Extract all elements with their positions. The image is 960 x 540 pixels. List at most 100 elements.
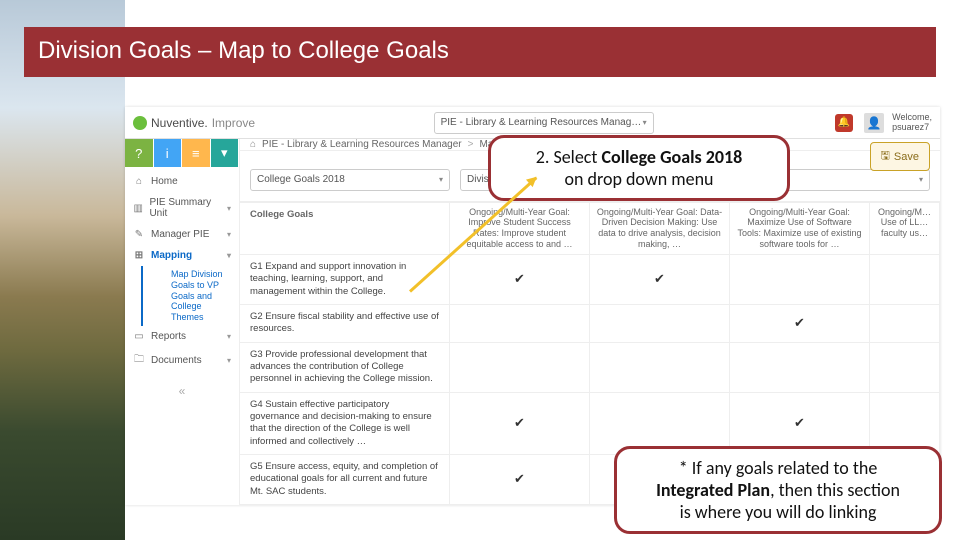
grid-row: G3 Provide professional development that… [240,343,940,393]
notifications-button[interactable]: 🔔 [832,111,856,135]
info-button[interactable]: i [154,139,183,167]
grid-cell[interactable] [590,393,730,454]
chevron-down-icon: ▾ [227,332,231,341]
grid-cell[interactable] [870,305,940,342]
check-icon: ✔ [514,271,525,287]
save-button-label: Save [894,151,919,163]
chevron-down-icon: ▾ [643,118,647,127]
grid-cell[interactable] [730,343,870,392]
grid-row: G1 Expand and support innovation in teac… [240,255,940,305]
sidebar-item-mapping[interactable]: ⊞ Mapping ▾ [125,245,239,266]
grid-cell[interactable]: ✔ [590,255,730,304]
grid-row: G2 Ensure fiscal stability and effective… [240,305,940,343]
brand: Nuventive. Improve [133,116,255,130]
chevron-down-icon: ▾ [227,230,231,239]
sidebar-item-manager-pie[interactable]: ✎ Manager PIE ▾ [125,224,239,245]
sidebar-item-label: Reports [151,331,186,342]
grid-cell[interactable] [870,255,940,304]
grid-header-row: College Goals Ongoing/Multi-Year Goal: I… [240,203,940,255]
home-icon[interactable]: ⌂ [250,139,256,150]
check-icon: ✔ [514,471,525,487]
home-icon: ⌂ [133,176,145,187]
sidebar-item-label: Home [151,176,178,187]
grid-cell[interactable]: ✔ [450,455,590,504]
grid-cell[interactable] [870,393,940,454]
callout-text: * If any goals related to the [633,457,923,479]
chevron-down-icon: ▾ [227,204,231,213]
callout-text: on drop down menu [507,168,771,190]
grid-icon: ▥ [133,203,143,214]
sidebar-item-label: Manager PIE [151,229,209,240]
sidebar-item-home[interactable]: ⌂ Home [125,171,239,192]
sidebar-item-reports[interactable]: ▭ Reports ▾ [125,326,239,347]
slide-title-post: Map to College Goals [218,37,449,64]
brand-name: Nuventive. [151,116,208,130]
folder-icon: 🗀 [133,352,145,369]
chevron-down-icon: ▾ [227,251,231,260]
grid-cell[interactable]: ✔ [730,393,870,454]
grid-col-header: Ongoing/Multi-Year Goal: Data-Driven Dec… [590,203,730,254]
check-icon: ✔ [514,415,525,431]
nuventive-logo-icon [133,116,147,130]
unit-dropdown-label: PIE - Library & Learning Resources Manag… [441,117,642,128]
sidebar-item-label: Mapping [151,250,192,261]
grid-row-header-label: College Goals [240,203,450,254]
grid-cell[interactable] [450,305,590,342]
unit-dropdown[interactable]: PIE - Library & Learning Resources Manag… [434,112,654,134]
grid-cell[interactable] [870,343,940,392]
breadcrumb-seg[interactable]: PIE - Library & Learning Resources Manag… [262,139,462,150]
callout-text: is where you will do linking [633,501,923,523]
callout-step-2: 2. Select College Goals 2018 on drop dow… [488,135,790,201]
grid-row-label: G5 Ensure access, equity, and completion… [240,455,450,504]
welcome-user: psuarez7 [892,123,932,133]
slide-title-dash: – [191,37,218,64]
sidebar-item-pie-summary[interactable]: ▥ PIE Summary Unit ▾ [125,192,239,224]
grid-cell[interactable]: ✔ [450,255,590,304]
mapping-icon: ⊞ [133,250,145,261]
sidebar-item-documents[interactable]: 🗀 Documents ▾ [125,347,239,374]
grid-cell[interactable]: ✔ [450,393,590,454]
bell-icon: 🔔 [835,114,853,132]
grid-col-header: Ongoing/M… Use of LL… faculty us… [870,203,940,254]
grid-cell[interactable]: ✔ [730,305,870,342]
chevron-down-icon: ▾ [919,175,923,184]
sidebar-collapse-button[interactable]: « [125,378,239,404]
callout-text-bold: College Goals 2018 [601,146,742,168]
grid-row-label: G3 Provide professional development that… [240,343,450,392]
chevron-right-icon: > [468,139,474,150]
background-photo-stripe [0,0,125,540]
sidebar-item-label: Documents [151,355,202,366]
grid-cell[interactable] [450,343,590,392]
avatar[interactable]: 👤 [864,113,884,133]
grid-row-label: G2 Ensure fiscal stability and effective… [240,305,450,342]
floppy-icon: 🖫 [881,147,890,166]
grid-row-label: G4 Sustain effective participatory gover… [240,393,450,454]
check-icon: ✔ [794,315,805,331]
grid-col-header: Ongoing/Multi-Year Goal: Improve Student… [450,203,590,254]
sidebar-subitem-map-division-goals[interactable]: Map Division Goals to VP Goals and Colle… [141,266,239,326]
save-button[interactable]: 🖫 Save [870,142,930,171]
slide-title-bar: Division Goals – Map to College Goals [24,27,936,77]
sidebar-item-label: PIE Summary Unit [149,197,221,219]
pencil-icon: ✎ [133,229,145,240]
grid-cell[interactable] [590,343,730,392]
college-goals-select[interactable]: College Goals 2018 ▾ [250,169,450,191]
sidebar-quick-row: ? i ≡ ▾ [125,139,239,167]
callout-text: 2. Select [536,146,602,168]
help-button[interactable]: ? [125,139,154,167]
grid-cell[interactable] [590,305,730,342]
check-icon: ✔ [794,415,805,431]
grid-row-label: G1 Expand and support innovation in teac… [240,255,450,304]
grid-col-header: Ongoing/Multi-Year Goal: Maximize Use of… [730,203,870,254]
chevron-down-icon: ▾ [439,175,443,184]
filter-button[interactable]: ▾ [211,139,240,167]
chevron-down-icon: ▾ [227,356,231,365]
check-icon: ✔ [654,271,665,287]
brand-sub: Improve [212,116,255,130]
callout-text-bold: Integrated Plan [656,479,770,501]
callout-text: , then this section [770,479,900,501]
callout-integrated-plan: * If any goals related to the Integrated… [614,446,942,534]
grid-cell[interactable] [730,255,870,304]
reports-icon: ▭ [133,331,145,342]
hamburger-button[interactable]: ≡ [182,139,211,167]
